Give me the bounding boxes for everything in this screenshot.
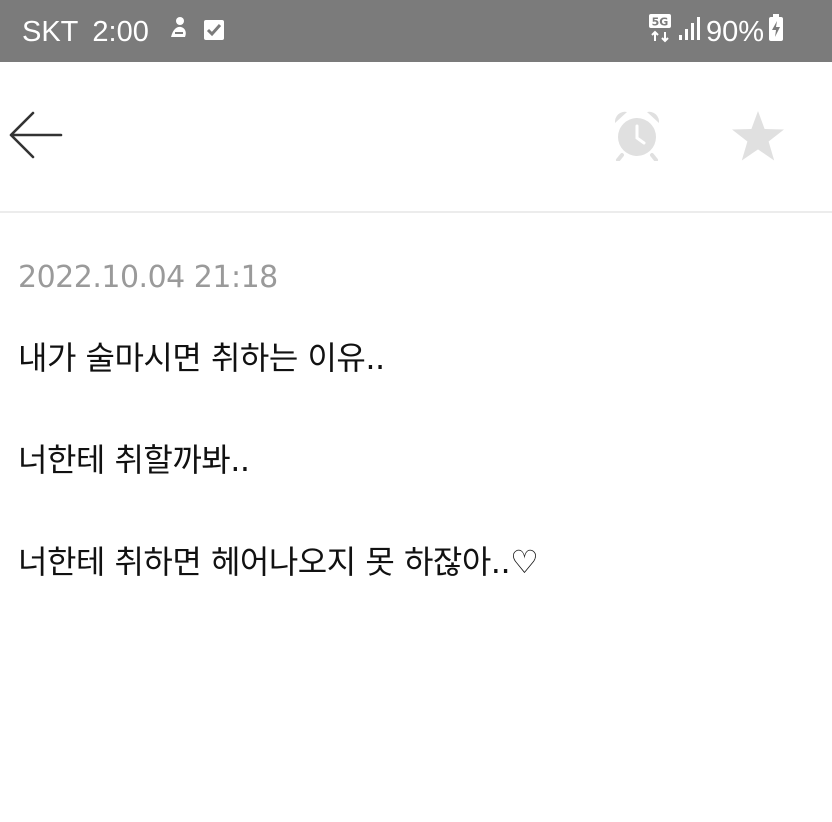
star-icon <box>730 109 786 167</box>
memo-line: 내가 술마시면 취하는 이유.. <box>18 339 385 377</box>
memo-line: 너한테 취할까봐.. <box>18 441 250 479</box>
alarm-button[interactable] <box>606 104 668 170</box>
alarm-clock-icon <box>612 109 662 165</box>
status-left: SKT 2:00 <box>22 14 225 50</box>
header-divider <box>0 211 832 213</box>
memo-line: 너한테 취하면 헤어나오지 못 하잖아..♡ <box>18 543 539 581</box>
notification-app-icon <box>167 15 191 49</box>
network-5g-icon: 5G <box>648 13 672 51</box>
memo-date: 2022.10.04 21:18 <box>18 260 278 295</box>
svg-text:5G: 5G <box>652 16 669 29</box>
battery-percentage: 90% <box>705 15 764 48</box>
back-button[interactable] <box>4 106 66 168</box>
back-arrow-icon <box>7 110 63 164</box>
status-right: 5G 90% <box>648 14 784 50</box>
battery-charging-icon <box>768 14 784 50</box>
signal-icon <box>678 15 700 49</box>
favorite-star-button[interactable] <box>724 104 792 172</box>
carrier-label: SKT <box>22 15 79 48</box>
memo-body[interactable]: 내가 술마시면 취하는 이유.. 너한테 취할까봐.. 너한테 취하면 헤어나오… <box>18 332 808 638</box>
app-bar <box>0 62 832 213</box>
status-bar: SKT 2:00 5G 90% <box>0 0 832 62</box>
checkbox-icon <box>203 16 225 49</box>
clock: 2:00 <box>92 15 149 48</box>
